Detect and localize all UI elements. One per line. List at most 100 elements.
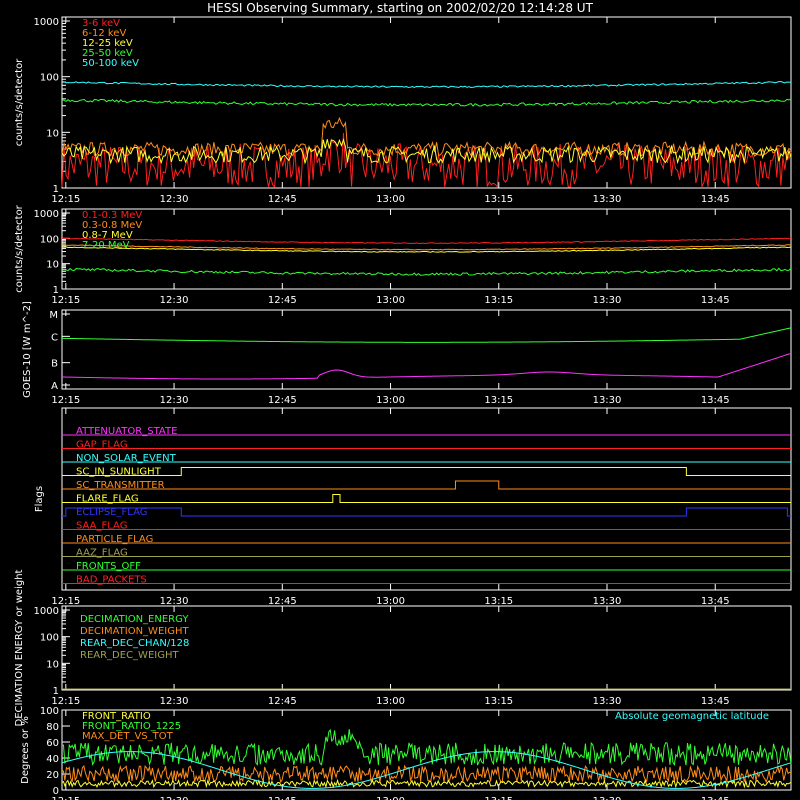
panel-ratios-ytick-label: 80 [46, 722, 59, 733]
panel-goes-xtick-label: 13:00 [376, 395, 405, 406]
panel-ratios-annotation: Absolute geomagnetic latitude [615, 711, 769, 722]
panel-goes-ylabel: GOES-10 [W m^-2] [22, 301, 33, 398]
panel-ratios-ytick-label: 40 [46, 754, 59, 765]
panel-flags-flag-line-SC_IN_SUNLIGHT [62, 467, 791, 476]
panel-ratios-ytick-label: 0 [53, 786, 59, 797]
panel-decimation-legend-0: DECIMATION_ENERGY [80, 614, 189, 625]
panel-flags-xtick-label: 13:00 [376, 596, 405, 607]
panel-flags-flag-label-3: SC_IN_SUNLIGHT [76, 467, 162, 478]
panel-decimation-xtick-label: 13:30 [593, 696, 622, 707]
panel-low-energy-ytick-label: 100 [40, 73, 59, 84]
panel-ratios-ytick-label: 60 [46, 738, 59, 749]
panel-low-energy-xtick-label: 12:30 [160, 194, 189, 205]
panel-low-energy-ytick-label: 1000 [34, 17, 59, 28]
panel-high-energy-xtick-label: 13:30 [593, 295, 622, 306]
panel-high-energy-ytick-label: 1 [53, 285, 59, 296]
panel-ratios-xtick-label: 13:45 [701, 796, 730, 800]
panel-ratios-xtick-label: 12:45 [268, 796, 297, 800]
panel-flags-flag-label-2: NON_SOLAR_EVENT [76, 453, 177, 464]
panel-low-energy-xtick-label: 13:00 [376, 194, 405, 205]
panel-goes-xtick-label: 13:45 [701, 395, 730, 406]
panel-decimation-legend-1: DECIMATION_WEIGHT [80, 626, 189, 637]
panel-high-energy-ylabel: counts/s/detector [14, 204, 25, 292]
panel-ratios-ytick-label: 20 [46, 770, 59, 781]
panel-ratios-xtick-label: 13:30 [593, 796, 622, 800]
panel-decimation-xtick-label: 13:45 [701, 696, 730, 707]
panel-decimation-ytick-label: 100 [40, 633, 59, 644]
panel-flags-flag-label-5: FLARE_FLAG [76, 494, 139, 505]
panel-flags-flag-label-4: SC_TRANSMITTER [76, 480, 165, 491]
panel-flags-xtick-label: 12:30 [160, 596, 189, 607]
panel-flags-xtick-label: 13:30 [593, 596, 622, 607]
panel-low-energy-ytick-label: 1 [53, 184, 59, 195]
panel-ratios-xtick-label: 13:15 [484, 796, 513, 800]
panel-flags-flag-label-6: ECLIPSE_FLAG [76, 507, 147, 518]
panel-goes-xtick-label: 12:45 [268, 395, 297, 406]
panel-high-energy-xtick-label: 13:45 [701, 295, 730, 306]
panel-flags-flag-label-0: ATTENUATOR_STATE [76, 426, 177, 437]
panel-decimation-ylabel: DECIMATION ENERGY or weight [14, 569, 25, 726]
panel-flags-flag-label-11: BAD_PACKETS [76, 575, 147, 586]
panel-low-energy-xtick-label: 13:30 [593, 194, 622, 205]
panel-goes-frame [61, 309, 792, 390]
panel-ratios-series-front-ratio [61, 778, 792, 789]
panel-flags-flag-line-SC_TRANSMITTER [62, 480, 791, 490]
panel-high-energy-series-0.1-0.3-MeV [61, 237, 792, 244]
panel-ratios-xtick-label: 12:30 [160, 796, 189, 800]
panel-flags-flag-label-1: GAP_FLAG [76, 440, 128, 451]
panel-decimation-xtick-label: 12:30 [160, 696, 189, 707]
panel-goes-xtick-label: 12:15 [51, 395, 80, 406]
panel-low-energy-xtick-label: 13:15 [484, 194, 513, 205]
panel-high-energy-xtick-label: 12:15 [51, 295, 80, 306]
panel-goes-ytick-label: C [51, 332, 58, 343]
panel-low-energy-xtick-label: 12:15 [51, 194, 80, 205]
panel-flags-flag-line-ECLIPSE_FLAG [62, 507, 791, 517]
panel-goes-series-short [61, 352, 792, 380]
panel-decimation-ytick-label: 1 [53, 686, 59, 697]
panel-high-energy-ytick-label: 10 [46, 260, 59, 271]
panel-high-energy-legend-3: 7-20 MeV [82, 240, 130, 251]
panel-goes-xtick-label: 13:30 [593, 395, 622, 406]
panel-low-energy-xtick-label: 12:45 [268, 194, 297, 205]
panel-flags-flag-line-FLARE_FLAG [62, 494, 791, 503]
panel-ratios-ytick-label: 100 [40, 706, 59, 717]
panel-high-energy-xtick-label: 13:00 [376, 295, 405, 306]
panel-flags-xtick-label: 13:45 [701, 596, 730, 607]
panel-goes-ytick-label: B [51, 359, 58, 370]
panel-decimation-ytick-label: 1000 [34, 606, 59, 617]
panel-flags-xtick-label: 13:15 [484, 596, 513, 607]
panel-low-energy-ylabel: counts/s/detector [14, 58, 25, 146]
panel-goes-xtick-label: 13:15 [484, 395, 513, 406]
panel-flags-flag-label-7: SAA_FLAG [76, 521, 127, 532]
panel-high-energy-ytick-label: 100 [40, 234, 59, 245]
panel-decimation-xtick-label: 12:45 [268, 696, 297, 707]
panel-decimation-ytick-label: 10 [46, 659, 59, 670]
panel-flags-flag-label-9: AAZ_FLAG [76, 548, 128, 559]
panel-ratios-ylabel: Degrees or % [20, 716, 31, 784]
panel-goes-xtick-label: 12:30 [160, 395, 189, 406]
panel-ratios-xtick-label: 13:00 [376, 796, 405, 800]
panel-flags-flag-label-8: PARTICLE_FLAG [76, 534, 153, 545]
panel-low-energy-legend-4: 50-100 keV [82, 58, 139, 69]
panel-decimation-legend-2: REAR_DEC_CHAN/128 [80, 638, 189, 649]
panel-low-energy-xtick-label: 13:45 [701, 194, 730, 205]
panel-high-energy-xtick-label: 12:45 [268, 295, 297, 306]
panel-low-energy-series-25-50-keV [61, 98, 792, 107]
panel-flags-ylabel: Flags [34, 486, 45, 512]
panel-low-energy-ytick-label: 10 [46, 128, 59, 139]
panel-high-energy-xtick-label: 12:30 [160, 295, 189, 306]
panel-goes-ytick-label: A [51, 381, 58, 392]
panel-ratios-legend-2: MAX_DET_VS_TOT [82, 731, 174, 742]
panel-decimation-xtick-label: 13:00 [376, 696, 405, 707]
panel-ratios-series-max-det [61, 764, 792, 784]
panel-goes-series-long [61, 327, 792, 343]
panel-high-energy-series-7-20-MeV [61, 267, 792, 276]
panel-flags-flag-label-10: FRONTS_OFF [76, 561, 141, 572]
panel-high-energy-ytick-label: 1000 [34, 209, 59, 220]
panel-high-energy-xtick-label: 13:15 [484, 295, 513, 306]
panel-low-energy-series-50-100-keV [61, 80, 792, 89]
panel-decimation-xtick-label: 13:15 [484, 696, 513, 707]
panel-decimation-legend-3: REAR_DEC_WEIGHT [80, 650, 179, 661]
panel-flags-xtick-label: 12:45 [268, 596, 297, 607]
panel-goes-ytick-label: M [49, 310, 58, 321]
